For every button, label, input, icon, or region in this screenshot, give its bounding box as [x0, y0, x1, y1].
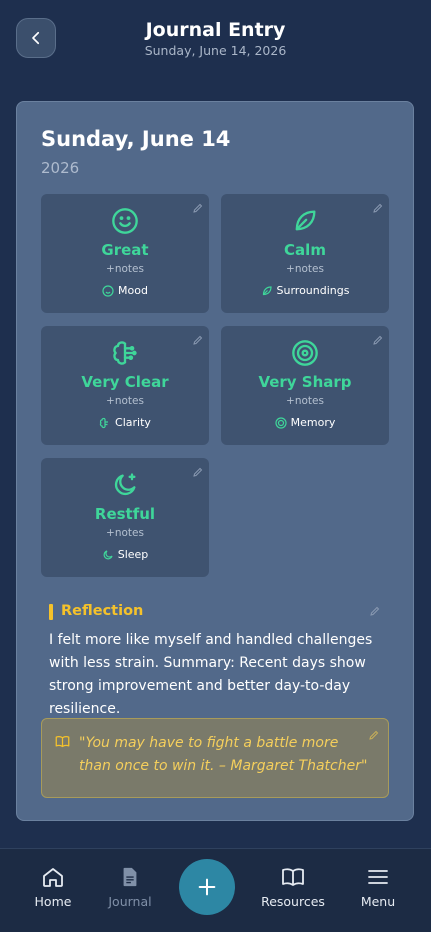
sleep-label: Sleep — [102, 548, 149, 561]
reflection-text: I felt more like myself and handled chal… — [49, 632, 373, 717]
surroundings-tile[interactable]: Calm +notes Surroundings — [221, 194, 389, 313]
clarity-value: Very Clear — [81, 373, 169, 391]
plus-icon — [198, 878, 216, 896]
memory-value: Very Sharp — [258, 373, 352, 391]
mood-notes[interactable]: +notes — [106, 263, 144, 275]
nav-home[interactable]: Home — [13, 865, 93, 909]
leaf-small-icon — [262, 285, 272, 295]
book-open-icon — [55, 734, 70, 753]
header: Journal Entry Sunday, June 14, 2026 — [0, 0, 431, 80]
page-subtitle: Sunday, June 14, 2026 — [144, 43, 287, 58]
sleep-value: Restful — [94, 505, 156, 523]
bottom-nav: Home Journal Resources Menu — [0, 848, 431, 932]
brain-icon — [111, 339, 139, 367]
nav-resources-label: Resources — [261, 894, 325, 909]
menu-icon — [368, 870, 388, 884]
memory-tile[interactable]: Very Sharp +notes Memory — [221, 326, 389, 445]
target-small-icon — [275, 416, 287, 429]
nav-menu[interactable]: Menu — [338, 865, 418, 909]
mood-label-text: Mood — [118, 284, 148, 297]
entry-title: Sunday, June 14 — [41, 127, 231, 151]
reflection-title: Reflection — [61, 603, 144, 619]
leaf-icon — [291, 207, 319, 235]
nav-journal[interactable]: Journal — [90, 865, 170, 909]
page-title: Journal Entry — [145, 19, 286, 41]
home-icon — [43, 868, 63, 887]
quote-text: "You may have to fight a battle more tha… — [79, 735, 368, 774]
pencil-icon[interactable] — [372, 331, 384, 350]
journal-entry-card: Sunday, June 14 2026 Great +notes Mood C… — [16, 101, 414, 821]
clarity-tile[interactable]: Very Clear +notes Clarity — [41, 326, 209, 445]
moon-icon — [111, 471, 139, 499]
pencil-icon[interactable] — [192, 199, 204, 218]
memory-label: Memory — [275, 416, 336, 429]
smile-icon — [111, 207, 139, 235]
pencil-icon[interactable] — [192, 331, 204, 350]
quote-box: "You may have to fight a battle more tha… — [41, 718, 389, 798]
nav-menu-label: Menu — [360, 894, 396, 909]
surroundings-label: Surroundings — [261, 284, 350, 297]
book-icon — [282, 868, 304, 886]
pencil-icon[interactable] — [369, 602, 381, 621]
mood-label: Mood — [102, 284, 148, 297]
surroundings-notes[interactable]: +notes — [286, 263, 324, 275]
surroundings-label-text: Surroundings — [276, 284, 350, 297]
sleep-tile[interactable]: Restful +notes Sleep — [41, 458, 209, 577]
surroundings-value: Calm — [284, 241, 326, 259]
moon-small-icon — [103, 549, 113, 559]
clarity-label-text: Clarity — [115, 416, 151, 429]
nav-resources[interactable]: Resources — [253, 865, 333, 909]
nav-home-label: Home — [34, 894, 72, 909]
memory-label-text: Memory — [290, 416, 336, 429]
sleep-label-text: Sleep — [117, 548, 149, 561]
target-icon — [291, 339, 319, 367]
reflection-accent-bar — [49, 604, 53, 620]
pencil-icon[interactable] — [372, 199, 384, 218]
entry-year: 2026 — [41, 159, 80, 177]
clarity-label: Clarity — [99, 416, 151, 429]
mood-value: Great — [101, 241, 149, 259]
smile-small-icon — [102, 284, 114, 297]
memory-notes[interactable]: +notes — [286, 395, 324, 407]
pencil-icon[interactable] — [368, 726, 380, 745]
sleep-notes[interactable]: +notes — [106, 527, 144, 539]
nav-journal-label: Journal — [108, 894, 152, 909]
document-icon — [123, 867, 137, 887]
pencil-icon[interactable] — [192, 463, 204, 482]
brain-small-icon — [99, 417, 109, 428]
clarity-notes[interactable]: +notes — [106, 395, 144, 407]
mood-tile[interactable]: Great +notes Mood — [41, 194, 209, 313]
add-entry-button[interactable] — [179, 859, 235, 915]
